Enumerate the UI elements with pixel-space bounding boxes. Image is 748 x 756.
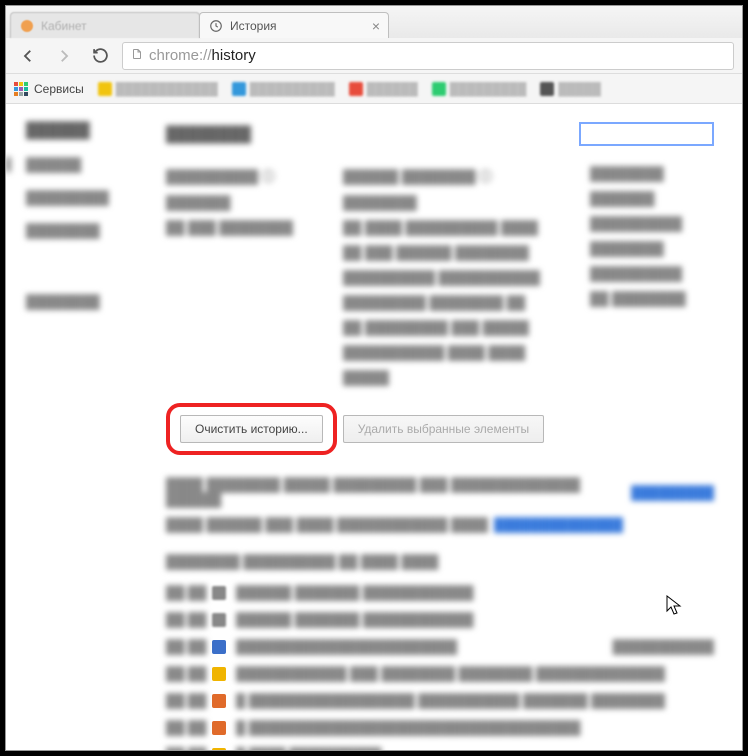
recent-columns: ██████████ ⓘ ███████ ██ ███ ████████ ███… [166,166,714,385]
sidebar-item[interactable]: █████████ [26,190,136,205]
history-title: █ ████ ██████████ [236,747,381,750]
favicon [212,667,226,681]
url-path: history [212,47,256,64]
close-icon[interactable]: × [372,18,380,34]
history-row[interactable]: ██:██ █ ████████████████████████████████… [166,720,714,735]
col-line: ██████████ ███████████ [343,270,540,285]
back-button[interactable] [14,42,42,70]
tab-inactive[interactable]: Кабинет [10,12,200,38]
info-link[interactable]: █████████ [631,485,714,500]
buttons-row: Очистить историю... Удалить выбранные эл… [166,403,714,455]
history-row[interactable]: ██:██ █ ██████████████████ ███████████ █… [166,693,714,708]
tab-title: Кабинет [41,19,87,33]
history-title: ██████ ███████ ████████████ [236,612,474,627]
col-line: ██ ████████ [590,291,686,306]
history-row[interactable]: ██:██ ████████████ ███ ████████ ████████… [166,666,714,681]
col-heading: ████████ [590,166,686,181]
tab-title: История [230,19,277,33]
history-domain: ███████████ [613,639,714,654]
clear-history-button[interactable]: Очистить историю... [180,415,323,443]
services-label: Сервисы [34,82,84,96]
history-time: ██:██ [166,585,202,600]
favicon [212,640,226,654]
info-line: ████ ████████ █████ █████████ ███ ██████… [166,477,625,507]
col-line: █████████ ████████ ██ [343,295,540,310]
history-time: ██:██ [166,693,202,708]
chrome-window: Кабинет История × chrome://history [5,5,743,751]
apps-icon [14,82,28,96]
col-line: ██ █████████ ███ █████ [343,320,540,335]
col-line: ████████ [590,241,686,256]
col-line: ██ ███ ██████ ████████ [343,245,540,260]
main-content: ████████ ██████████ ⓘ ███████ ██ ███ ███… [166,122,714,750]
favicon [212,721,226,735]
col-line: ██ ████ ██████████ ████ [343,220,540,235]
col-line: ███████ [590,191,686,206]
bookmark-item[interactable]: ██████ [349,82,418,96]
sidebar-title: ██████ [26,122,136,139]
history-title: ██████ ███████ ████████████ [236,585,474,600]
url-protocol: chrome:// [149,47,212,64]
col-line: ███████████ ████ ████ [343,345,540,360]
favicon [212,613,226,627]
date-heading: ████████ ██████████ ██ ████ ████ [166,554,714,569]
bookmark-item[interactable]: ████████████ [98,82,218,96]
tab-favicon [19,18,35,34]
favicon [212,748,226,751]
favicon [212,694,226,708]
history-row[interactable]: ██:██ ██████ ███████ ████████████ [166,612,714,627]
forward-button[interactable] [50,42,78,70]
url-bar[interactable]: chrome://history [122,42,734,70]
col-heading: ██████ ████████ ⓘ [343,166,540,185]
toolbar: chrome://history [6,38,742,74]
tabs-row: Кабинет История × [6,6,742,38]
history-row[interactable]: ██:██ ██████ ███████ ████████████ [166,585,714,600]
delete-selected-button[interactable]: Удалить выбранные элементы [343,415,544,443]
history-list: ██:██ ██████ ███████ ████████████ ██:██ … [166,585,714,750]
col-heading: ██████████ ⓘ [166,166,293,185]
history-time: ██:██ [166,639,202,654]
sidebar: ██████ ██████ █████████ ████████ ███████… [26,122,136,750]
bookmarks-bar: Сервисы ████████████ ██████████ ██████ █… [6,74,742,104]
favicon [212,586,226,600]
history-title: ████████████ ███ ████████ ████████ █████… [236,666,665,681]
col-line: ████████ [343,195,540,210]
info-link[interactable]: ██████████████ [494,517,623,532]
reload-button[interactable] [86,42,114,70]
col-line: ██████████ [590,216,686,231]
history-title: ████████████████████████ [236,639,457,654]
apps-button[interactable]: Сервисы [14,82,84,96]
history-row[interactable]: ██:██ █ ████ ██████████ [166,747,714,750]
info-paragraph: ████ ████████ █████ █████████ ███ ██████… [166,477,714,532]
sidebar-item[interactable]: ██████ [26,157,136,172]
bookmark-item[interactable]: █████████ [432,82,527,96]
highlight-callout: Очистить историю... [166,403,337,455]
history-page: ██████ ██████ █████████ ████████ ███████… [6,104,742,750]
history-row[interactable]: ██:██ ████████████████████████ █████████… [166,639,714,654]
history-icon [208,18,224,34]
history-title: █ ██████████████████ ███████████ ███████… [236,693,665,708]
history-time: ██:██ [166,612,202,627]
page-icon [131,47,143,64]
tab-active[interactable]: История × [199,12,389,38]
history-time: ██:██ [166,747,202,750]
sidebar-item[interactable]: ████████ [26,294,136,309]
col-line: ███████ [166,195,293,210]
history-time: ██:██ [166,720,202,735]
col-line: ██████████ [590,266,686,281]
history-time: ██:██ [166,666,202,681]
bookmark-item[interactable]: █████ [540,82,601,96]
search-input[interactable] [579,122,714,146]
col-line: ██ ███ ████████ [166,220,293,235]
history-title: █ ████████████████████████████████████ [236,720,580,735]
col-line: █████ [343,370,540,385]
sidebar-item[interactable]: ████████ [26,223,136,238]
page-title: ████████ [166,126,251,143]
bookmark-item[interactable]: ██████████ [232,82,335,96]
info-line: ████ ██████ ███ ████ ████████████ ████ [166,517,488,532]
